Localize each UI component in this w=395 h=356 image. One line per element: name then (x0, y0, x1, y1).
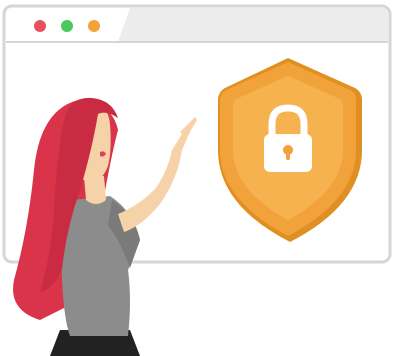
minimize-dot-icon (61, 20, 73, 32)
keyhole-slot (286, 150, 290, 160)
illustration-canvas (2, 4, 392, 356)
close-dot-icon (34, 20, 46, 32)
maximize-dot-icon (88, 20, 100, 32)
security-illustration (0, 0, 395, 356)
